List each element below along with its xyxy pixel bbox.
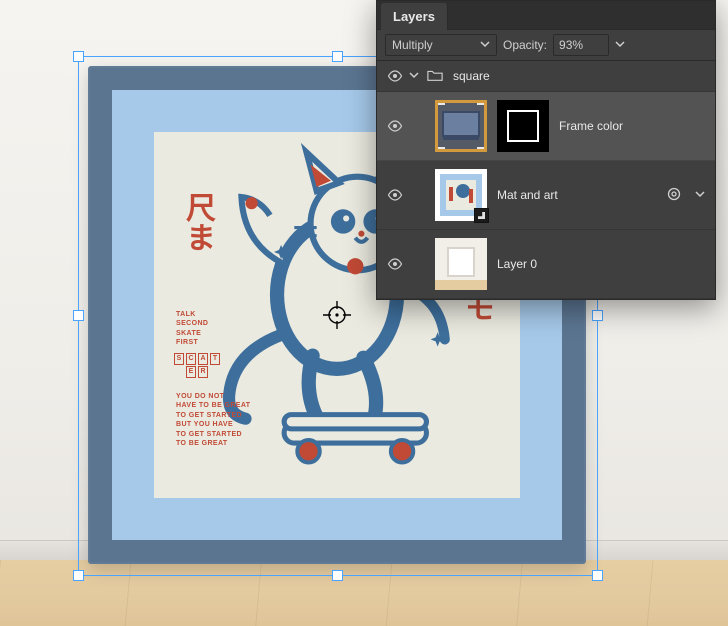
panel-tabbar: Layers [377,1,715,30]
visibility-toggle[interactable] [387,256,403,272]
opacity-input[interactable]: 93% [553,34,609,56]
layer-name[interactable]: Frame color [559,119,715,133]
chevron-down-icon [480,38,490,52]
blend-mode-dropdown[interactable]: Multiply [385,34,497,56]
blend-mode-value: Multiply [392,38,433,52]
layer-name[interactable]: Mat and art [497,188,715,202]
layer-mask-thumbnail[interactable] [497,100,549,152]
resize-handle-bottom-left[interactable] [73,570,84,581]
visibility-toggle[interactable] [387,118,403,134]
visibility-toggle[interactable] [387,187,403,203]
resize-handle-left[interactable] [73,310,84,321]
resize-handle-bottom-right[interactable] [592,570,603,581]
group-name[interactable]: square [453,69,490,83]
layer-thumbnail[interactable] [435,100,487,152]
layers-panel[interactable]: Layers Multiply Opacity: 93% [376,0,716,300]
layer-list: square Frame color [377,61,715,299]
layer-row-layer-0[interactable]: Layer 0 [377,230,715,299]
panel-options-row: Multiply Opacity: 93% [377,30,715,61]
resize-handle-right[interactable] [592,310,603,321]
smart-object-badge-icon [474,208,489,223]
tab-layers[interactable]: Layers [381,3,448,30]
layer-thumbnail[interactable] [435,238,487,290]
layer-row-mat-and-art[interactable]: Mat and art [377,161,715,230]
layer-name[interactable]: Layer 0 [497,257,715,271]
opacity-chevron-icon[interactable] [615,38,625,52]
group-expand-icon[interactable] [409,69,421,83]
folder-icon [427,68,443,85]
resize-handle-top[interactable] [332,51,343,62]
layer-row-frame-color[interactable]: Frame color [377,92,715,161]
layer-thumbnail[interactable] [435,169,487,221]
resize-handle-bottom[interactable] [332,570,343,581]
resize-handle-top-left[interactable] [73,51,84,62]
opacity-value: 93% [559,38,583,52]
opacity-label: Opacity: [503,38,547,52]
visibility-toggle[interactable] [387,68,403,84]
smart-filters-icon[interactable] [667,187,681,204]
layer-group-row[interactable]: square [377,61,715,92]
chevron-down-icon[interactable] [695,188,705,202]
